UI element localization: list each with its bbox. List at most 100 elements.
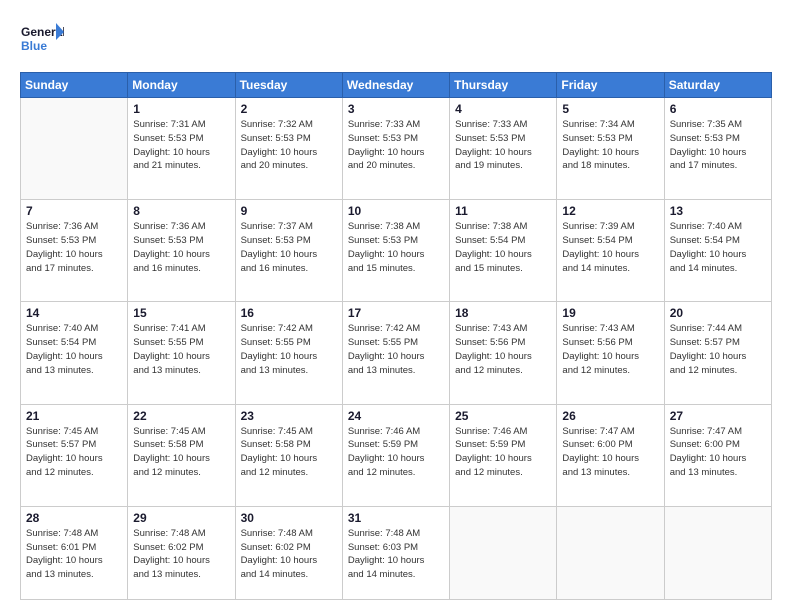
calendar-cell: 31 Sunrise: 7:48 AMSunset: 6:03 PMDayligh… bbox=[342, 506, 449, 599]
svg-text:Blue: Blue bbox=[21, 39, 47, 53]
cell-info: Sunrise: 7:48 AMSunset: 6:02 PMDaylight:… bbox=[133, 527, 229, 582]
day-number: 31 bbox=[348, 511, 444, 525]
cell-info: Sunrise: 7:45 AMSunset: 5:57 PMDaylight:… bbox=[26, 425, 122, 480]
cell-info: Sunrise: 7:31 AMSunset: 5:53 PMDaylight:… bbox=[133, 118, 229, 173]
day-number: 11 bbox=[455, 204, 551, 218]
cell-info: Sunrise: 7:32 AMSunset: 5:53 PMDaylight:… bbox=[241, 118, 337, 173]
day-number: 14 bbox=[26, 306, 122, 320]
cell-info: Sunrise: 7:43 AMSunset: 5:56 PMDaylight:… bbox=[562, 322, 658, 377]
calendar-cell: 8 Sunrise: 7:36 AMSunset: 5:53 PMDaylight… bbox=[128, 200, 235, 302]
calendar-cell: 28 Sunrise: 7:48 AMSunset: 6:01 PMDayligh… bbox=[21, 506, 128, 599]
day-number: 28 bbox=[26, 511, 122, 525]
calendar-week-3: 14 Sunrise: 7:40 AMSunset: 5:54 PMDayligh… bbox=[21, 302, 772, 404]
calendar-cell: 20 Sunrise: 7:44 AMSunset: 5:57 PMDayligh… bbox=[664, 302, 771, 404]
day-number: 2 bbox=[241, 102, 337, 116]
cell-info: Sunrise: 7:47 AMSunset: 6:00 PMDaylight:… bbox=[562, 425, 658, 480]
calendar-cell: 5 Sunrise: 7:34 AMSunset: 5:53 PMDaylight… bbox=[557, 98, 664, 200]
cell-info: Sunrise: 7:33 AMSunset: 5:53 PMDaylight:… bbox=[348, 118, 444, 173]
day-number: 6 bbox=[670, 102, 766, 116]
cell-info: Sunrise: 7:40 AMSunset: 5:54 PMDaylight:… bbox=[670, 220, 766, 275]
cell-info: Sunrise: 7:40 AMSunset: 5:54 PMDaylight:… bbox=[26, 322, 122, 377]
cell-info: Sunrise: 7:46 AMSunset: 5:59 PMDaylight:… bbox=[455, 425, 551, 480]
cell-info: Sunrise: 7:41 AMSunset: 5:55 PMDaylight:… bbox=[133, 322, 229, 377]
day-number: 19 bbox=[562, 306, 658, 320]
day-number: 9 bbox=[241, 204, 337, 218]
cell-info: Sunrise: 7:43 AMSunset: 5:56 PMDaylight:… bbox=[455, 322, 551, 377]
calendar-cell: 15 Sunrise: 7:41 AMSunset: 5:55 PMDayligh… bbox=[128, 302, 235, 404]
calendar-cell bbox=[21, 98, 128, 200]
calendar-week-1: 1 Sunrise: 7:31 AMSunset: 5:53 PMDaylight… bbox=[21, 98, 772, 200]
cell-info: Sunrise: 7:48 AMSunset: 6:02 PMDaylight:… bbox=[241, 527, 337, 582]
calendar-cell bbox=[450, 506, 557, 599]
day-number: 30 bbox=[241, 511, 337, 525]
cell-info: Sunrise: 7:45 AMSunset: 5:58 PMDaylight:… bbox=[133, 425, 229, 480]
cell-info: Sunrise: 7:35 AMSunset: 5:53 PMDaylight:… bbox=[670, 118, 766, 173]
calendar-week-5: 28 Sunrise: 7:48 AMSunset: 6:01 PMDayligh… bbox=[21, 506, 772, 599]
calendar-cell: 14 Sunrise: 7:40 AMSunset: 5:54 PMDayligh… bbox=[21, 302, 128, 404]
cell-info: Sunrise: 7:48 AMSunset: 6:01 PMDaylight:… bbox=[26, 527, 122, 582]
calendar-week-2: 7 Sunrise: 7:36 AMSunset: 5:53 PMDaylight… bbox=[21, 200, 772, 302]
day-number: 7 bbox=[26, 204, 122, 218]
day-number: 12 bbox=[562, 204, 658, 218]
cell-info: Sunrise: 7:36 AMSunset: 5:53 PMDaylight:… bbox=[133, 220, 229, 275]
weekday-header-sunday: Sunday bbox=[21, 73, 128, 98]
day-number: 4 bbox=[455, 102, 551, 116]
day-number: 20 bbox=[670, 306, 766, 320]
cell-info: Sunrise: 7:44 AMSunset: 5:57 PMDaylight:… bbox=[670, 322, 766, 377]
day-number: 13 bbox=[670, 204, 766, 218]
cell-info: Sunrise: 7:33 AMSunset: 5:53 PMDaylight:… bbox=[455, 118, 551, 173]
calendar-cell bbox=[664, 506, 771, 599]
cell-info: Sunrise: 7:47 AMSunset: 6:00 PMDaylight:… bbox=[670, 425, 766, 480]
weekday-header-friday: Friday bbox=[557, 73, 664, 98]
day-number: 15 bbox=[133, 306, 229, 320]
weekday-header-row: SundayMondayTuesdayWednesdayThursdayFrid… bbox=[21, 73, 772, 98]
cell-info: Sunrise: 7:42 AMSunset: 5:55 PMDaylight:… bbox=[241, 322, 337, 377]
calendar-cell: 25Sunrise: 7:46 AMSunset: 5:59 PMDayligh… bbox=[450, 404, 557, 506]
calendar-table: SundayMondayTuesdayWednesdayThursdayFrid… bbox=[20, 72, 772, 600]
calendar-cell: 29 Sunrise: 7:48 AMSunset: 6:02 PMDayligh… bbox=[128, 506, 235, 599]
day-number: 8 bbox=[133, 204, 229, 218]
day-number: 22 bbox=[133, 409, 229, 423]
cell-info: Sunrise: 7:34 AMSunset: 5:53 PMDaylight:… bbox=[562, 118, 658, 173]
day-number: 10 bbox=[348, 204, 444, 218]
calendar-cell: 9Sunrise: 7:37 AMSunset: 5:53 PMDaylight… bbox=[235, 200, 342, 302]
calendar-cell: 3 Sunrise: 7:33 AMSunset: 5:53 PMDaylight… bbox=[342, 98, 449, 200]
day-number: 27 bbox=[670, 409, 766, 423]
calendar-cell: 30 Sunrise: 7:48 AMSunset: 6:02 PMDayligh… bbox=[235, 506, 342, 599]
cell-info: Sunrise: 7:45 AMSunset: 5:58 PMDaylight:… bbox=[241, 425, 337, 480]
calendar-cell: 27 Sunrise: 7:47 AMSunset: 6:00 PMDayligh… bbox=[664, 404, 771, 506]
cell-info: Sunrise: 7:46 AMSunset: 5:59 PMDaylight:… bbox=[348, 425, 444, 480]
weekday-header-saturday: Saturday bbox=[664, 73, 771, 98]
calendar-cell: 23Sunrise: 7:45 AMSunset: 5:58 PMDayligh… bbox=[235, 404, 342, 506]
cell-info: Sunrise: 7:48 AMSunset: 6:03 PMDaylight:… bbox=[348, 527, 444, 582]
weekday-header-monday: Monday bbox=[128, 73, 235, 98]
cell-info: Sunrise: 7:38 AMSunset: 5:53 PMDaylight:… bbox=[348, 220, 444, 275]
cell-info: Sunrise: 7:38 AMSunset: 5:54 PMDaylight:… bbox=[455, 220, 551, 275]
day-number: 5 bbox=[562, 102, 658, 116]
calendar-cell: 10 Sunrise: 7:38 AMSunset: 5:53 PMDayligh… bbox=[342, 200, 449, 302]
day-number: 26 bbox=[562, 409, 658, 423]
calendar-cell: 22 Sunrise: 7:45 AMSunset: 5:58 PMDayligh… bbox=[128, 404, 235, 506]
calendar-cell: 19 Sunrise: 7:43 AMSunset: 5:56 PMDayligh… bbox=[557, 302, 664, 404]
calendar-week-4: 21 Sunrise: 7:45 AMSunset: 5:57 PMDayligh… bbox=[21, 404, 772, 506]
logo-svg: General Blue bbox=[20, 18, 64, 62]
calendar-cell: 17Sunrise: 7:42 AMSunset: 5:55 PMDayligh… bbox=[342, 302, 449, 404]
day-number: 18 bbox=[455, 306, 551, 320]
calendar-cell: 16 Sunrise: 7:42 AMSunset: 5:55 PMDayligh… bbox=[235, 302, 342, 404]
calendar-cell: 18 Sunrise: 7:43 AMSunset: 5:56 PMDayligh… bbox=[450, 302, 557, 404]
calendar-cell: 11 Sunrise: 7:38 AMSunset: 5:54 PMDayligh… bbox=[450, 200, 557, 302]
calendar-cell: 4 Sunrise: 7:33 AMSunset: 5:53 PMDaylight… bbox=[450, 98, 557, 200]
calendar-cell: 2 Sunrise: 7:32 AMSunset: 5:53 PMDaylight… bbox=[235, 98, 342, 200]
logo: General Blue bbox=[20, 18, 64, 62]
cell-info: Sunrise: 7:36 AMSunset: 5:53 PMDaylight:… bbox=[26, 220, 122, 275]
day-number: 29 bbox=[133, 511, 229, 525]
calendar-cell: 26 Sunrise: 7:47 AMSunset: 6:00 PMDayligh… bbox=[557, 404, 664, 506]
page: General Blue SundayMondayTuesdayWednesda… bbox=[0, 0, 792, 612]
day-number: 1 bbox=[133, 102, 229, 116]
weekday-header-tuesday: Tuesday bbox=[235, 73, 342, 98]
day-number: 16 bbox=[241, 306, 337, 320]
day-number: 21 bbox=[26, 409, 122, 423]
calendar-cell: 6 Sunrise: 7:35 AMSunset: 5:53 PMDaylight… bbox=[664, 98, 771, 200]
day-number: 3 bbox=[348, 102, 444, 116]
weekday-header-thursday: Thursday bbox=[450, 73, 557, 98]
